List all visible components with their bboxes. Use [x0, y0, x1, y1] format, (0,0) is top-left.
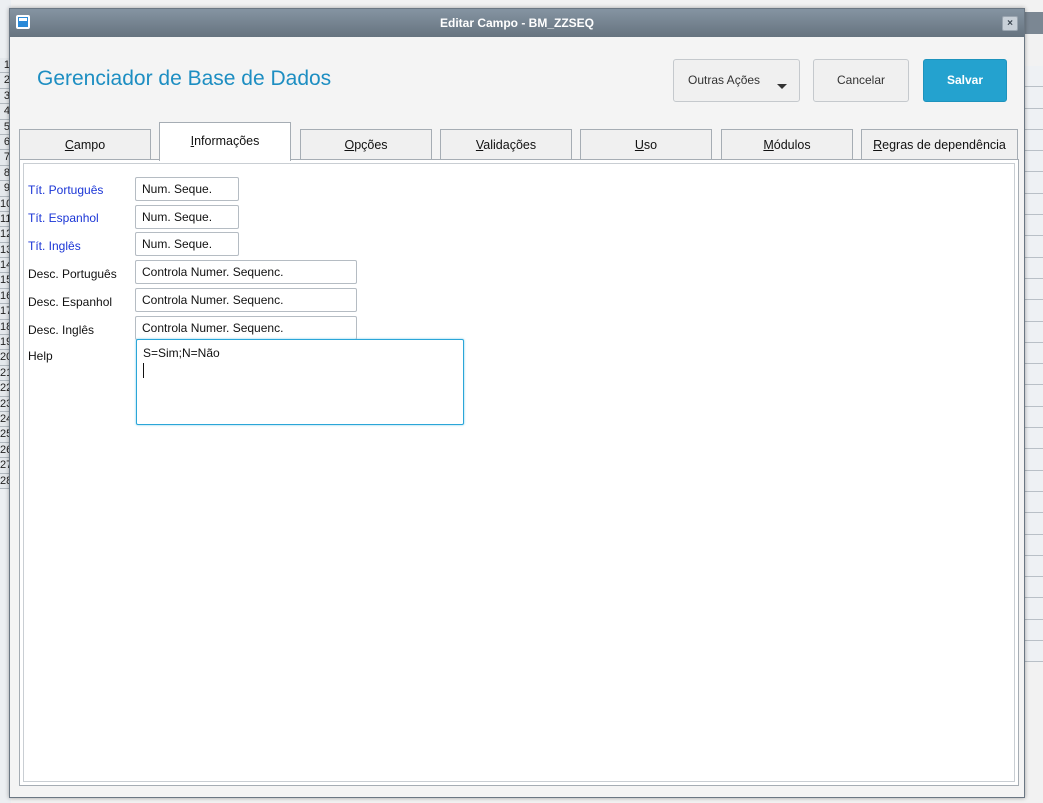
background-row-strip: [1025, 257, 1043, 279]
other-actions-label: Outras Ações: [688, 73, 761, 87]
page-title: Gerenciador de Base de Dados: [37, 67, 332, 90]
dialog-titlebar: Editar Campo - BM_ZZSEQ ×: [10, 9, 1024, 37]
cancel-button[interactable]: Cancelar: [813, 59, 909, 102]
desc-portugues-input[interactable]: [135, 260, 357, 284]
desc-espanhol-input[interactable]: [135, 288, 357, 312]
background-row-strip: [1025, 598, 1043, 620]
tab-opcoes[interactable]: Opções: [300, 129, 432, 160]
help-textarea[interactable]: S=Sim;N=Não: [136, 339, 464, 425]
background-row-strip: [1025, 534, 1043, 556]
tab-informacoes[interactable]: Informações: [159, 122, 291, 161]
background-row-strip: [1025, 87, 1043, 109]
window-icon: [16, 15, 30, 29]
desc-portugues-label: Desc. Português: [28, 267, 117, 281]
text-cursor: [143, 363, 144, 378]
dialog-title: Editar Campo - BM_ZZSEQ: [439, 16, 594, 30]
background-row-strip: [1025, 300, 1043, 322]
desc-ingles-input[interactable]: [135, 316, 357, 340]
tab-validacoes[interactable]: Validações: [440, 129, 572, 160]
background-row-strip: [1025, 66, 1043, 88]
dialog-header: Gerenciador de Base de Dados Outras Açõe…: [10, 37, 1024, 117]
desc-espanhol-label: Desc. Espanhol: [28, 295, 113, 309]
background-row-strip: [1025, 449, 1043, 471]
desc-ingles-label: Desc. Inglês: [28, 323, 95, 337]
background-row-strip: [1025, 385, 1043, 407]
informacoes-panel: Tít. Português Tít. Espanhol Tít. Inglês…: [19, 159, 1019, 786]
tit-ingles-label: Tít. Inglês: [28, 239, 81, 253]
save-button[interactable]: Salvar: [923, 59, 1007, 102]
tab-regras-de-dependencia[interactable]: Regras de dependência: [861, 129, 1018, 160]
background-row-strip: [1025, 491, 1043, 514]
tit-espanhol-label: Tít. Espanhol: [28, 211, 99, 225]
edit-field-dialog: Editar Campo - BM_ZZSEQ × Gerenciador de…: [9, 8, 1025, 798]
chevron-down-icon: [777, 84, 787, 89]
tit-ingles-input[interactable]: [135, 232, 239, 256]
tab-bar: Campo Informações Opções Validações Uso …: [19, 122, 1019, 161]
background-row-strip: [1025, 129, 1043, 152]
tit-portugues-input[interactable]: [135, 177, 239, 201]
background-row-strip: [1025, 342, 1043, 365]
background-row-strip: [1025, 641, 1043, 663]
background-row-strip: [1025, 172, 1043, 194]
background-row-strip: [1025, 513, 1043, 535]
background-row-strip: [1025, 577, 1043, 599]
close-icon[interactable]: ×: [1002, 16, 1018, 31]
tit-portugues-label: Tít. Português: [28, 183, 104, 197]
tab-uso[interactable]: Uso: [580, 129, 712, 160]
tit-espanhol-input[interactable]: [135, 205, 239, 229]
background-row-strip: [1025, 406, 1043, 429]
background-row-strips: [1025, 66, 1043, 663]
form-area: Tít. Português Tít. Espanhol Tít. Inglês…: [23, 163, 1015, 782]
background-row-strip: [1025, 364, 1043, 386]
help-label: Help: [28, 349, 53, 363]
tab-campo[interactable]: Campo: [19, 129, 151, 160]
background-row-strip: [1025, 470, 1043, 492]
background-row-strip: [1025, 278, 1043, 301]
other-actions-button[interactable]: Outras Ações: [673, 59, 800, 102]
background-row-strip: [1025, 215, 1043, 237]
tab-modulos[interactable]: Módulos: [721, 129, 853, 160]
background-row-strip: [1025, 151, 1043, 173]
background-row-strip: [1025, 555, 1043, 578]
background-row-strip: [1025, 193, 1043, 216]
background-row-strip: [1025, 321, 1043, 343]
background-row-strip: [1025, 236, 1043, 258]
background-row-strip: [1025, 619, 1043, 642]
background-row-strip: [1025, 108, 1043, 130]
background-row-strip: [1025, 428, 1043, 450]
